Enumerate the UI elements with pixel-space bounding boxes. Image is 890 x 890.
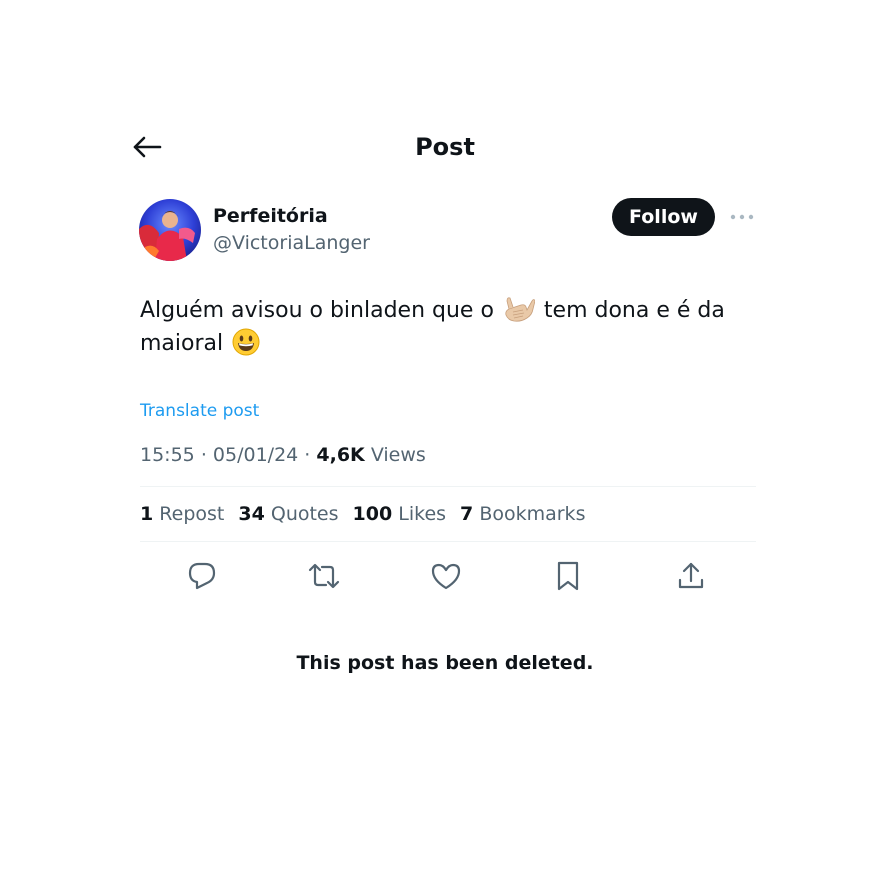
views-count: 4,6K <box>316 444 365 466</box>
divider <box>140 486 756 487</box>
bookmark-icon <box>555 560 581 592</box>
user-handle[interactable]: @VictoriaLanger <box>213 231 370 255</box>
repost-icon <box>307 560 341 592</box>
repost-button[interactable] <box>304 557 344 595</box>
more-button[interactable] <box>727 205 757 229</box>
post-text: Alguém avisou o binladen que o tem dona … <box>140 294 740 360</box>
deleted-notice: This post has been deleted. <box>296 652 594 674</box>
more-horizontal-icon <box>730 213 754 221</box>
display-name[interactable]: Perfeitória <box>213 204 328 228</box>
quotes-label: Quotes <box>270 503 339 525</box>
bookmarks-count: 7 <box>460 503 474 525</box>
reposts-count: 1 <box>140 503 154 525</box>
avatar[interactable] <box>139 199 201 261</box>
post-meta: 15:55 · 05/01/24 · 4,6K Views <box>140 443 426 467</box>
post-text-part: tem dona e é da <box>543 298 725 323</box>
share-icon <box>676 560 706 592</box>
engagement-stats: 1 Repost 34 Quotes 100 Likes 7 Bookmarks <box>140 502 599 526</box>
post-text-part: Alguém avisou o binladen que o <box>140 298 494 323</box>
reposts-label: Repost <box>159 503 225 525</box>
likes-count: 100 <box>352 503 393 525</box>
quotes-stat[interactable]: 34 Quotes <box>238 502 338 526</box>
call-me-hand-emoji <box>503 295 535 323</box>
divider <box>140 541 756 542</box>
views-label: Views <box>370 444 426 466</box>
share-button[interactable] <box>671 557 711 595</box>
translate-post-link[interactable]: Translate post <box>140 400 259 422</box>
smiling-face-emoji <box>232 328 260 356</box>
post-text-part: maioral <box>140 331 224 356</box>
likes-label: Likes <box>398 503 447 525</box>
post-time[interactable]: 15:55 <box>140 444 195 466</box>
like-icon <box>430 561 462 591</box>
reply-button[interactable] <box>182 557 222 595</box>
likes-stat[interactable]: 100 Likes <box>353 502 447 526</box>
reposts-stat[interactable]: 1 Repost <box>140 502 224 526</box>
follow-button[interactable]: Follow <box>612 198 715 236</box>
meta-separator: · <box>200 444 207 466</box>
quotes-count: 34 <box>238 503 265 525</box>
page-title: Post <box>415 133 475 161</box>
like-button[interactable] <box>426 557 466 595</box>
bookmarks-stat[interactable]: 7 Bookmarks <box>460 502 585 526</box>
bookmark-button[interactable] <box>548 557 588 595</box>
reply-icon <box>186 560 218 592</box>
bookmarks-label: Bookmarks <box>479 503 586 525</box>
meta-separator: · <box>304 444 311 466</box>
post-date[interactable]: 05/01/24 <box>213 444 298 466</box>
